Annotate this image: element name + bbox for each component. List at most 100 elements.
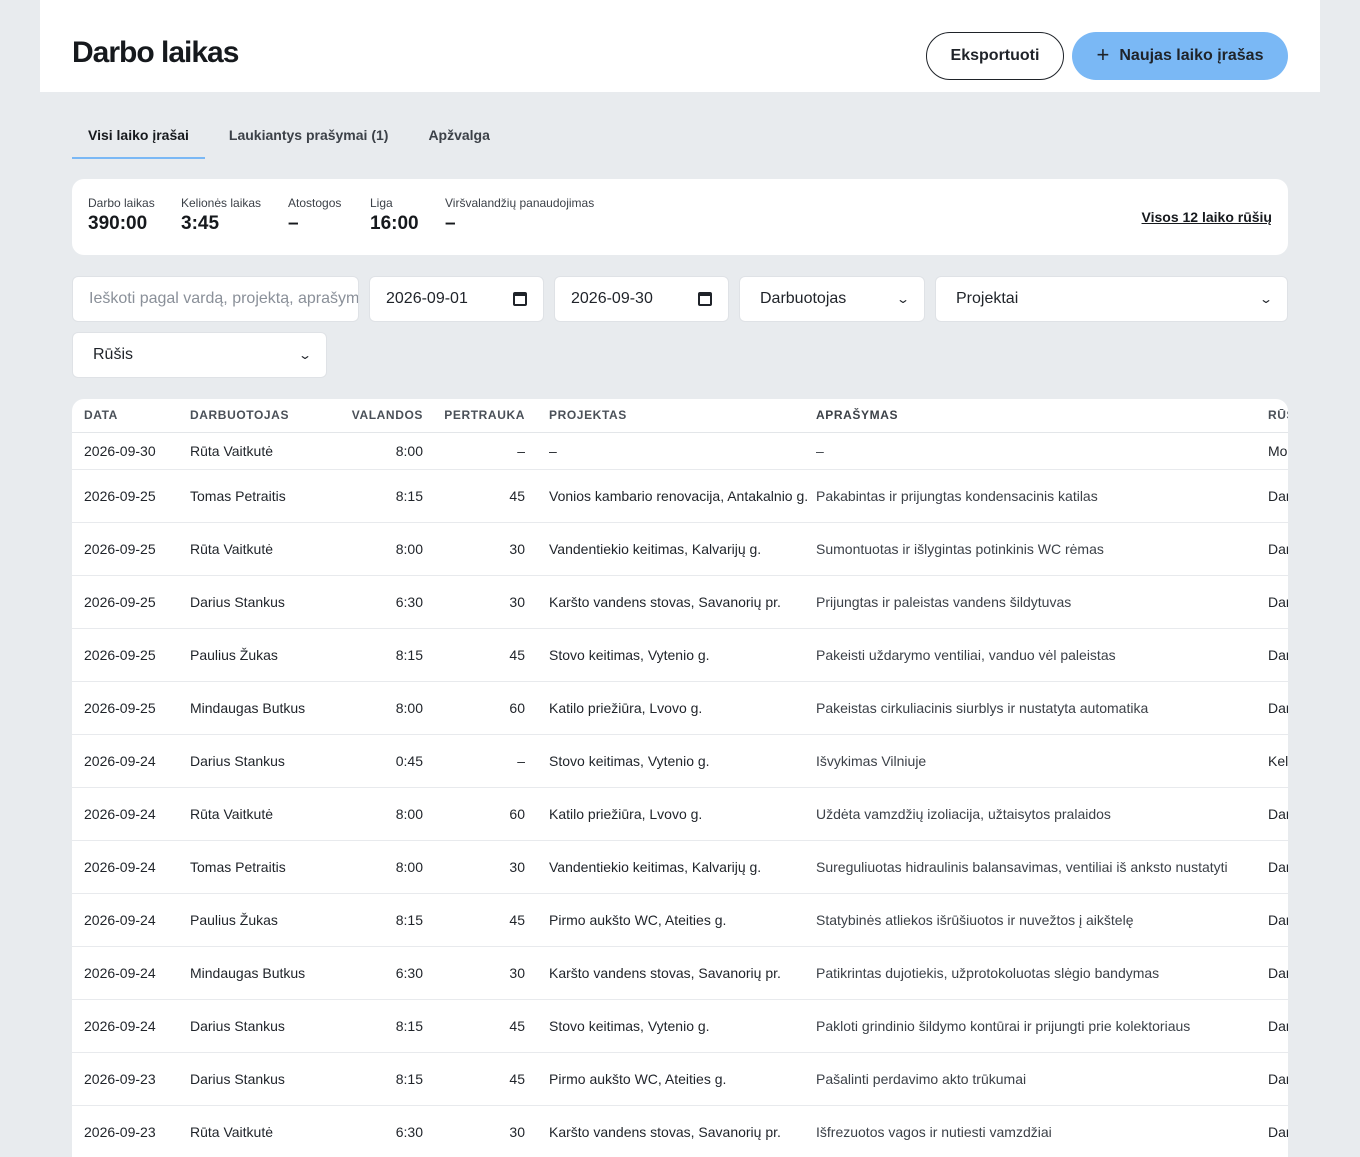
cell-type: Darbo laikas xyxy=(1266,628,1288,682)
table-row[interactable]: 2026-09-24 Mindaugas Butkus 6:30 30 Karšto v… xyxy=(72,946,1288,1000)
table-row[interactable]: 2026-09-23 Rūta Vaitkutė 6:30 30 Karšto vand… xyxy=(72,1105,1288,1157)
cell-project: Vandentiekio keitimas, Kalvarijų g. xyxy=(525,840,816,894)
plus-icon: + xyxy=(1096,42,1110,67)
tab-pending-requests[interactable]: Laukiantys prašymai (1) xyxy=(209,112,405,159)
cell-employee: Rūta Vaitkutė xyxy=(190,1105,333,1157)
cell-description: Pašalinti perdavimo akto trūkumai xyxy=(816,1052,1266,1106)
stat-label: Viršvalandžių panaudojimas xyxy=(445,196,595,210)
cell-type: Darbo laikas xyxy=(1266,681,1288,735)
cell-hours: 8:15 xyxy=(333,999,423,1053)
stat-value: 390:00 xyxy=(88,213,148,234)
column-header-date[interactable]: DATA xyxy=(72,399,190,433)
table-row[interactable]: 2026-09-24 Darius Stankus 0:45– Stovo keiti… xyxy=(72,734,1288,788)
cell-description: – xyxy=(816,432,1266,470)
cell-description: Uždėta vamzdžių izoliacija, užtaisytos p… xyxy=(816,787,1266,841)
stat-value: 16:00 xyxy=(370,213,419,234)
cell-date: 2026-09-25 xyxy=(72,575,190,629)
cell-employee: Tomas Petraitis xyxy=(190,469,333,523)
cell-break: 45 xyxy=(423,628,525,682)
tab-overview[interactable]: Apžvalga xyxy=(408,112,505,159)
cell-type: Kelionės laikas xyxy=(1266,734,1288,788)
tab-bar: Visi laiko įrašai Laukiantys prašymai (1… xyxy=(72,112,510,160)
cell-hours: 6:30 xyxy=(333,575,423,629)
cell-description: Pakeistas cirkuliacinis siurblys ir nust… xyxy=(816,681,1266,735)
projects-select[interactable]: Projektai ⌄ xyxy=(935,276,1288,322)
table-row[interactable]: 2026-09-25 Mindaugas Butkus 8:00 60 Katilo p… xyxy=(72,681,1288,735)
cell-project: Stovo keitimas, Vytenio g. xyxy=(525,734,816,788)
cell-description: Išfrezuotos vagos ir nutiesti vamzdžiai xyxy=(816,1105,1266,1157)
export-button[interactable]: Eksportuoti xyxy=(926,32,1064,80)
date-to-field[interactable]: 2026-09-30 xyxy=(554,276,729,322)
cell-type: Darbo laikas xyxy=(1266,1105,1288,1157)
cell-hours: 0:45 xyxy=(333,734,423,788)
table-row[interactable]: 2026-09-25 Paulius Žukas 8:15 45 Stovo keiti… xyxy=(72,628,1288,682)
cell-break: 30 xyxy=(423,946,525,1000)
stat-label: Kelionės laikas xyxy=(181,196,262,210)
column-header-project[interactable]: PROJEKTAS xyxy=(525,399,816,433)
cell-date: 2026-09-23 xyxy=(72,1105,190,1157)
cell-break: 30 xyxy=(423,522,525,576)
cell-type: Darbo laikas xyxy=(1266,840,1288,894)
table-row[interactable]: 2026-09-25 Tomas Petraitis 8:15 45 Vonios ka… xyxy=(72,469,1288,523)
cell-type: Darbo laikas xyxy=(1266,787,1288,841)
type-select[interactable]: Rūšis ⌄ xyxy=(72,332,327,378)
cell-break: 45 xyxy=(423,1052,525,1106)
date-from-value: 2026-09-01 xyxy=(386,290,468,307)
tab-all-entries[interactable]: Visi laiko įrašai xyxy=(72,112,205,159)
cell-type: Darbo laikas xyxy=(1266,469,1288,523)
employee-select[interactable]: Darbuotojas ⌄ xyxy=(739,276,925,322)
stat-sick: Liga 16:00 xyxy=(370,196,419,235)
date-to-value: 2026-09-30 xyxy=(571,290,653,307)
table-row[interactable]: 2026-09-23 Darius Stankus 8:15 45 Pirmo aukš… xyxy=(72,1052,1288,1106)
cell-break: 45 xyxy=(423,893,525,947)
stat-overtime-usage: Viršvalandžių panaudojimas – xyxy=(445,196,594,235)
date-from-field[interactable]: 2026-09-01 xyxy=(369,276,544,322)
column-header-employee[interactable]: DARBUOTOJAS xyxy=(190,399,333,433)
table-row[interactable]: 2026-09-25 Darius Stankus 6:30 30 Karšto van… xyxy=(72,575,1288,629)
column-header-break[interactable]: PERTRAUKA xyxy=(423,399,525,433)
cell-project: Karšto vandens stovas, Savanorių pr. xyxy=(525,575,816,629)
new-time-entry-label: Naujas laiko įrašas xyxy=(1119,47,1264,64)
table-header-row: DATA DARBUOTOJAS VALANDOS PERTRAUKA PROJ… xyxy=(72,399,1288,433)
cell-type: Darbo laikas xyxy=(1266,946,1288,1000)
cell-type: Darbo laikas xyxy=(1266,1052,1288,1106)
all-time-types-link[interactable]: Visos 12 laiko rūšių xyxy=(1142,209,1272,225)
new-time-entry-button[interactable]: + Naujas laiko įrašas xyxy=(1072,32,1288,80)
table-row[interactable]: 2026-09-24 Rūta Vaitkutė 8:00 60 Katilo prie… xyxy=(72,787,1288,841)
cell-hours: 8:00 xyxy=(333,681,423,735)
cell-break: 30 xyxy=(423,1105,525,1157)
cell-project: – xyxy=(525,432,816,470)
stat-label: Atostogos xyxy=(288,196,342,210)
table-row[interactable]: 2026-09-30Rūta Vaitkutė8:00–––Mokymai xyxy=(72,432,1288,470)
column-header-hours[interactable]: VALANDOS xyxy=(333,399,423,433)
cell-project: Stovo keitimas, Vytenio g. xyxy=(525,999,816,1053)
table-row[interactable]: 2026-09-25 Rūta Vaitkutė 8:00 30 Vandentieki… xyxy=(72,522,1288,576)
table-row[interactable]: 2026-09-24 Darius Stankus 8:15 45 Stovo keit… xyxy=(72,999,1288,1053)
cell-type: Darbo laikas xyxy=(1266,999,1288,1053)
column-header-description[interactable]: APRAŠYMAS xyxy=(816,399,1266,433)
cell-employee: Mindaugas Butkus xyxy=(190,946,333,1000)
cell-break: – xyxy=(423,734,525,788)
calendar-icon[interactable] xyxy=(698,292,712,306)
stat-label: Liga xyxy=(370,196,393,210)
cell-employee: Rūta Vaitkutė xyxy=(190,787,333,841)
cell-description: Patikrintas dujotiekis, užprotokoluotas … xyxy=(816,946,1266,1000)
cell-date: 2026-09-25 xyxy=(72,469,190,523)
cell-description: Statybinės atliekos išrūšiuotos ir nuvež… xyxy=(816,893,1266,947)
cell-employee: Darius Stankus xyxy=(190,1052,333,1106)
search-input[interactable]: Ieškoti pagal vardą, projektą, aprašymą xyxy=(72,276,359,322)
calendar-icon[interactable] xyxy=(513,292,527,306)
cell-hours: 8:00 xyxy=(333,432,423,470)
table-row[interactable]: 2026-09-24 Tomas Petraitis 8:00 30 Vandentie… xyxy=(72,840,1288,894)
cell-project: Pirmo aukšto WC, Ateities g. xyxy=(525,1052,816,1106)
table-row[interactable]: 2026-09-24 Paulius Žukas 8:15 45 Pirmo aukšt… xyxy=(72,893,1288,947)
cell-date: 2026-09-24 xyxy=(72,734,190,788)
cell-type: Darbo laikas xyxy=(1266,575,1288,629)
cell-description: Pakloti grindinio šildymo kontūrai ir pr… xyxy=(816,999,1266,1053)
column-header-type[interactable]: RŪŠIS xyxy=(1266,399,1288,433)
chevron-down-icon: ⌄ xyxy=(1258,292,1274,306)
projects-select-value: Projektai xyxy=(956,290,1019,307)
cell-description: Pakeisti uždarymo ventiliai, vanduo vėl … xyxy=(816,628,1266,682)
stat-value: – xyxy=(445,213,456,234)
cell-type: Mokymai xyxy=(1266,432,1288,470)
